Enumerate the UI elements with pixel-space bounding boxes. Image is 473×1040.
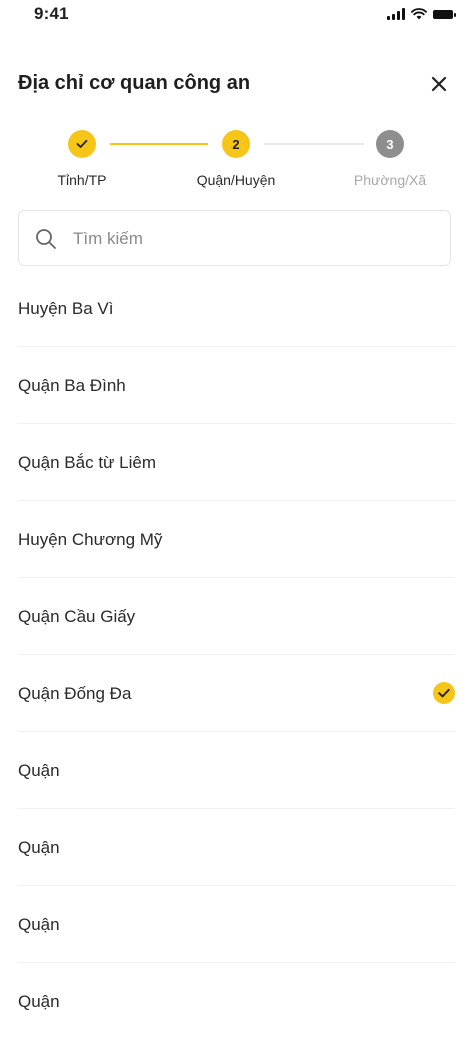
stepper-line-2: [264, 143, 364, 145]
search-icon: [36, 229, 56, 249]
district-label: Huyện Ba Vì: [18, 299, 114, 318]
list-item-district[interactable]: Huyện Ba Vì: [18, 270, 455, 347]
district-label: Quận Cầu Giấy: [18, 607, 136, 626]
district-label: Quận: [18, 838, 60, 857]
step-1-label[interactable]: Tỉnh/TP: [22, 172, 142, 188]
close-button[interactable]: [425, 70, 453, 98]
step-3-circle: 3: [376, 130, 404, 158]
step-3-label: Phường/Xã: [353, 172, 427, 188]
header: Địa chỉ cơ quan công an: [18, 70, 453, 100]
status-icons: [387, 8, 456, 20]
stepper-line-1: [110, 143, 208, 145]
district-label: Huyện Chương Mỹ: [18, 530, 163, 549]
district-label: Quận: [18, 915, 60, 934]
list-item-district-selected[interactable]: Quận Đống Đa: [18, 655, 455, 732]
step-1-circle: [68, 130, 96, 158]
list-item-district[interactable]: Quận: [18, 809, 455, 886]
list-item-district[interactable]: Quận: [18, 963, 455, 1040]
district-label: Quận Bắc từ Liêm: [18, 453, 157, 472]
search-box: [18, 210, 451, 267]
list-item-district[interactable]: Quận: [18, 886, 455, 963]
battery-icon: [433, 9, 456, 19]
page-title: Địa chỉ cơ quan công an: [18, 72, 251, 94]
list-item-district[interactable]: Huyện Chương Mỹ: [18, 501, 455, 578]
list-item-district[interactable]: Quận Cầu Giấy: [18, 578, 455, 655]
wifi-icon: [411, 8, 427, 20]
district-label: Quận: [18, 761, 60, 780]
district-list: Huyện Ba Vì Quận Ba Đình Quận Bắc từ Liê…: [0, 270, 473, 1040]
search-input[interactable]: [71, 211, 435, 267]
selected-check-icon: [433, 682, 455, 704]
list-item-district[interactable]: Quận Ba Đình: [18, 347, 455, 424]
check-icon: [76, 139, 88, 148]
list-item-district[interactable]: Quận: [18, 732, 455, 809]
district-label: Quận: [18, 992, 60, 1011]
district-label: Quận Đống Đa: [18, 684, 132, 703]
step-2-circle: 2: [222, 130, 250, 158]
district-label: Quận Ba Đình: [18, 376, 126, 395]
status-bar: 9:41: [0, 0, 473, 40]
close-icon: [431, 76, 447, 92]
signal-icon: [387, 8, 405, 20]
step-2-label[interactable]: Quận/Huyện: [176, 172, 296, 188]
stepper: 2 3 Tỉnh/TP Quận/Huyện Phường/Xã: [0, 126, 473, 196]
list-item-district[interactable]: Quận Bắc từ Liêm: [18, 424, 455, 501]
status-time: 9:41: [34, 4, 69, 23]
